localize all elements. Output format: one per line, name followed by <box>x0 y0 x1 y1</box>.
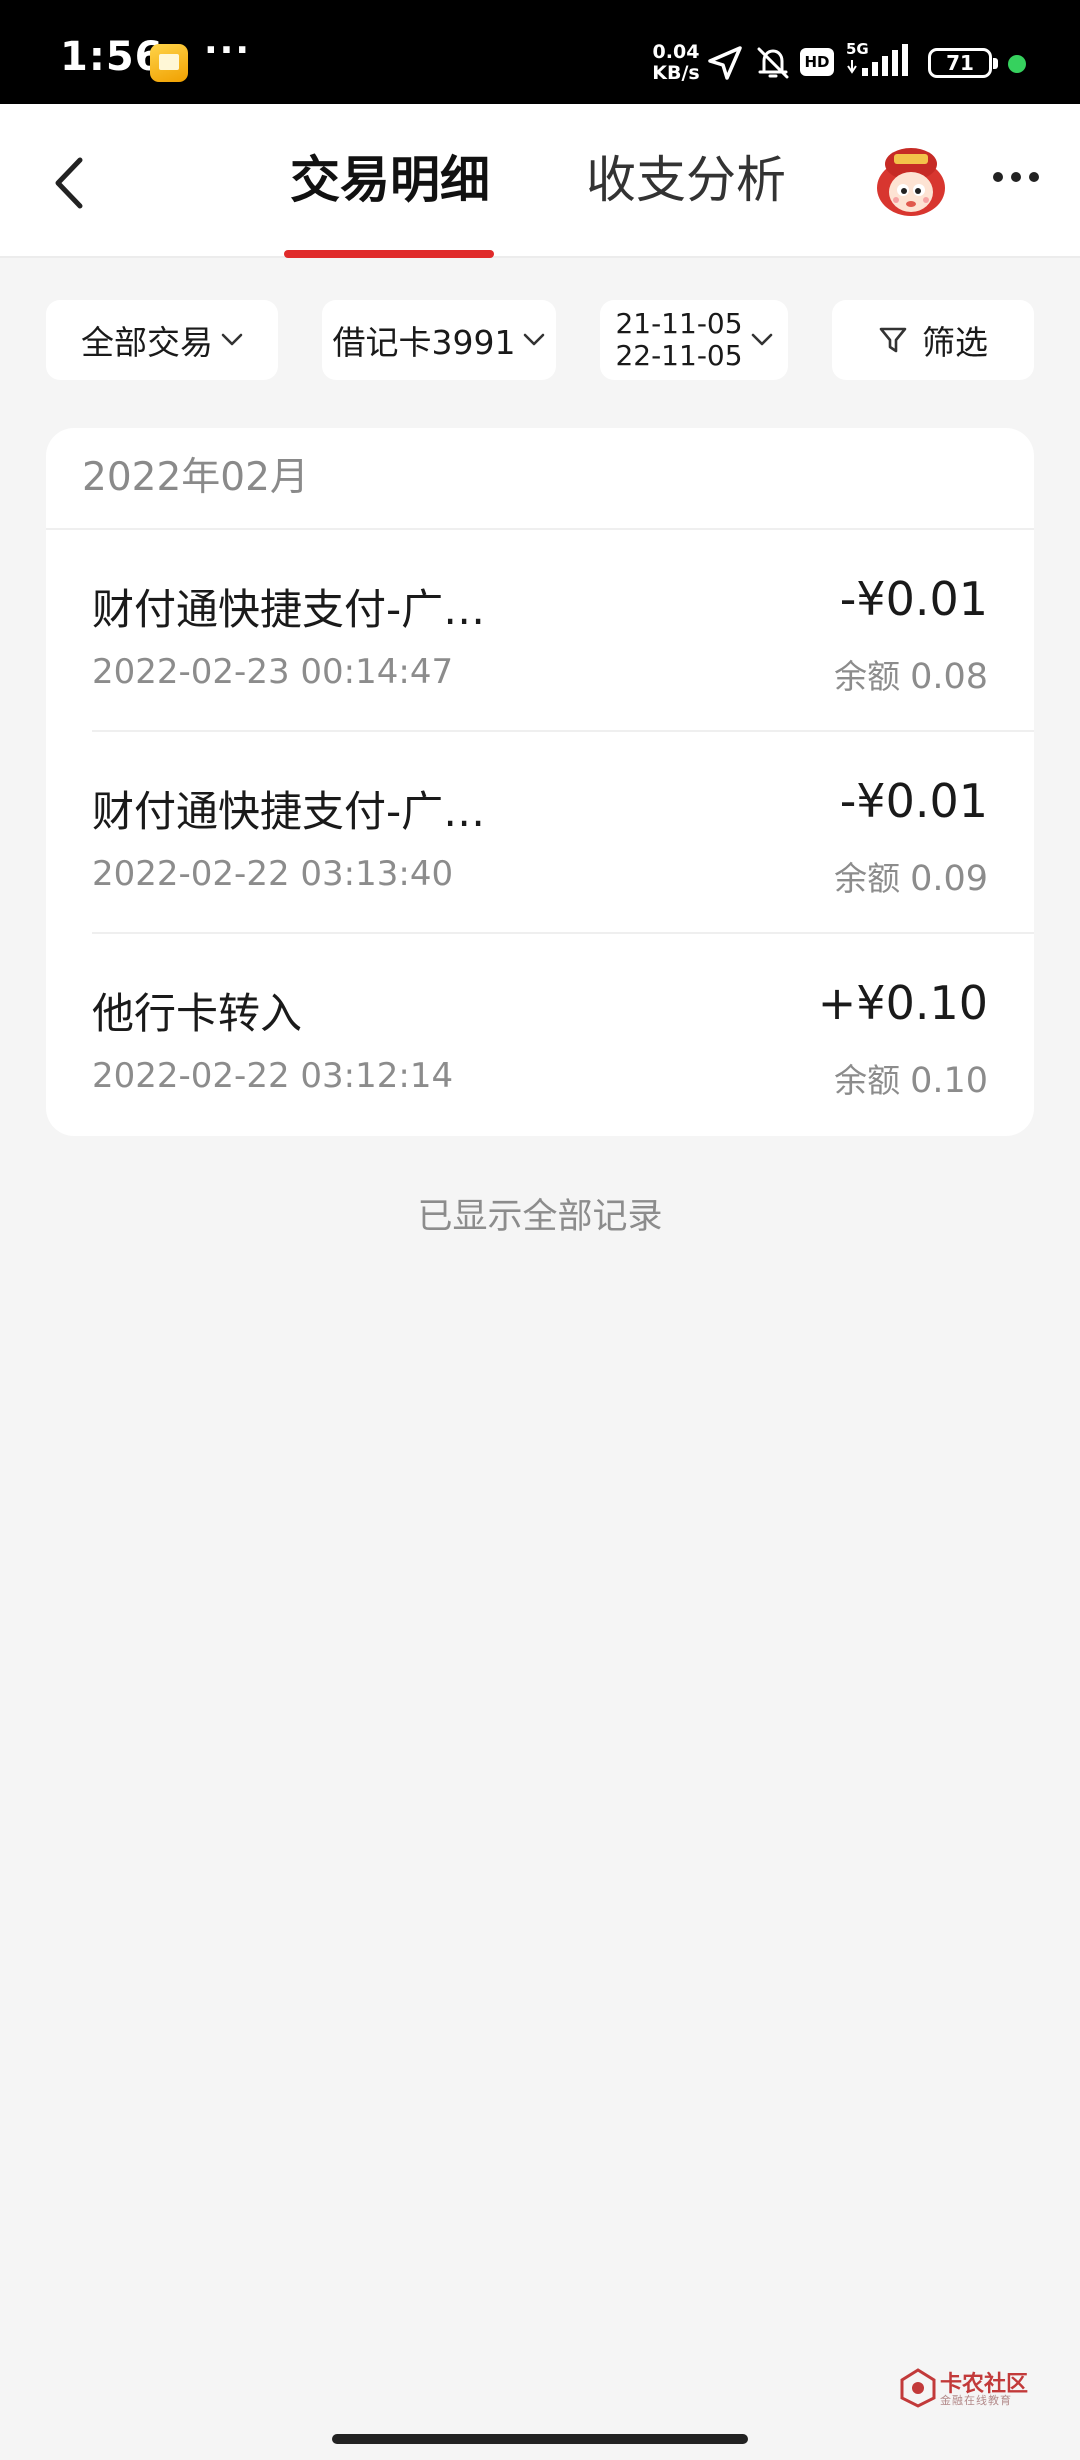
transaction-amount: -¥0.01 <box>839 572 988 626</box>
status-time: 1:56 <box>60 34 164 80</box>
signal-icon: 5G <box>846 40 908 76</box>
watermark-logo: 卡农社区 金融在线教育 <box>900 2366 1030 2410</box>
mascot-avatar-icon[interactable] <box>872 144 950 218</box>
date-range: 21-11-05 22-11-05 <box>615 308 742 372</box>
network-type-label: 5G <box>846 40 869 58</box>
card-selector-dropdown[interactable]: 借记卡3991 <box>322 300 556 380</box>
balance-value: 0.08 <box>910 657 988 697</box>
balance-label: 余额 <box>834 1061 901 1100</box>
active-tab-indicator <box>284 250 494 258</box>
tab-transaction-details[interactable]: 交易明细 <box>290 148 490 212</box>
transaction-time: 2022-02-22 03:12:14 <box>92 1056 454 1096</box>
transaction-title: 他行卡转入 <box>92 989 303 1038</box>
transaction-balance: 余额 0.08 <box>834 650 988 698</box>
watermark-subtitle: 金融在线教育 <box>940 2394 1012 2407</box>
transaction-amount: -¥0.01 <box>839 774 988 828</box>
transaction-amount: +¥0.10 <box>817 976 988 1030</box>
transaction-row[interactable]: 他行卡转入 2022-02-22 03:12:14 +¥0.10 余额 0.10 <box>92 934 1034 1136</box>
transaction-type-label: 全部交易 <box>81 323 213 362</box>
all-records-shown-note: 已显示全部记录 <box>417 1197 663 1237</box>
date-range-start: 21-11-05 <box>615 307 743 340</box>
transaction-time: 2022-02-23 00:14:47 <box>92 652 454 692</box>
transaction-type-dropdown[interactable]: 全部交易 <box>46 300 278 380</box>
chevron-down-icon <box>221 333 243 346</box>
transaction-title: 财付通快捷支付-广… <box>92 787 486 836</box>
home-indicator[interactable] <box>332 2434 748 2444</box>
hd-badge-icon: HD <box>800 48 834 76</box>
app-header: 交易明细 收支分析 <box>0 104 1080 258</box>
transaction-row[interactable]: 财付通快捷支付-广… 2022-02-22 03:13:40 -¥0.01 余额… <box>92 732 1034 934</box>
funnel-icon <box>879 327 907 353</box>
chevron-down-icon <box>524 333 545 346</box>
month-header: 2022年02月 <box>46 428 1034 530</box>
balance-value: 0.09 <box>910 859 988 899</box>
status-more-icon: ··· <box>204 30 252 71</box>
transaction-balance: 余额 0.10 <box>834 1054 988 1102</box>
transaction-balance: 余额 0.09 <box>834 852 988 900</box>
more-options-icon[interactable] <box>992 170 1040 184</box>
balance-label: 余额 <box>834 657 901 696</box>
transaction-list-card: 2022年02月 财付通快捷支付-广… 2022-02-23 00:14:47 … <box>46 428 1034 1136</box>
notes-app-icon <box>150 44 188 82</box>
transaction-row[interactable]: 财付通快捷支付-广… 2022-02-23 00:14:47 -¥0.01 余额… <box>92 530 1034 732</box>
watermark-icon <box>900 2368 936 2408</box>
location-arrow-icon <box>708 46 742 80</box>
battery-icon: 71 <box>928 48 998 78</box>
privacy-indicator-dot <box>1008 55 1026 73</box>
bell-off-icon <box>757 47 789 79</box>
network-speed-value: 0.04 <box>652 41 700 63</box>
card-selector-label: 借记卡3991 <box>332 323 516 362</box>
date-range-end: 22-11-05 <box>615 339 743 372</box>
date-range-dropdown[interactable]: 21-11-05 22-11-05 <box>600 300 788 380</box>
filter-button-label: 筛选 <box>922 323 988 362</box>
filter-button[interactable]: 筛选 <box>832 300 1034 380</box>
network-speed: 0.04 KB/s <box>650 42 702 84</box>
status-bar: 1:56 ··· 0.04 KB/s HD 5G 71 <box>0 0 1080 104</box>
transaction-time: 2022-02-22 03:13:40 <box>92 854 454 894</box>
chevron-down-icon <box>751 333 772 346</box>
balance-label: 余额 <box>834 859 901 898</box>
network-speed-unit: KB/s <box>652 62 700 84</box>
back-arrow-icon[interactable] <box>48 154 92 212</box>
balance-value: 0.10 <box>910 1061 988 1101</box>
transaction-title: 财付通快捷支付-广… <box>92 585 486 634</box>
tab-income-expense-analysis[interactable]: 收支分析 <box>586 148 786 212</box>
